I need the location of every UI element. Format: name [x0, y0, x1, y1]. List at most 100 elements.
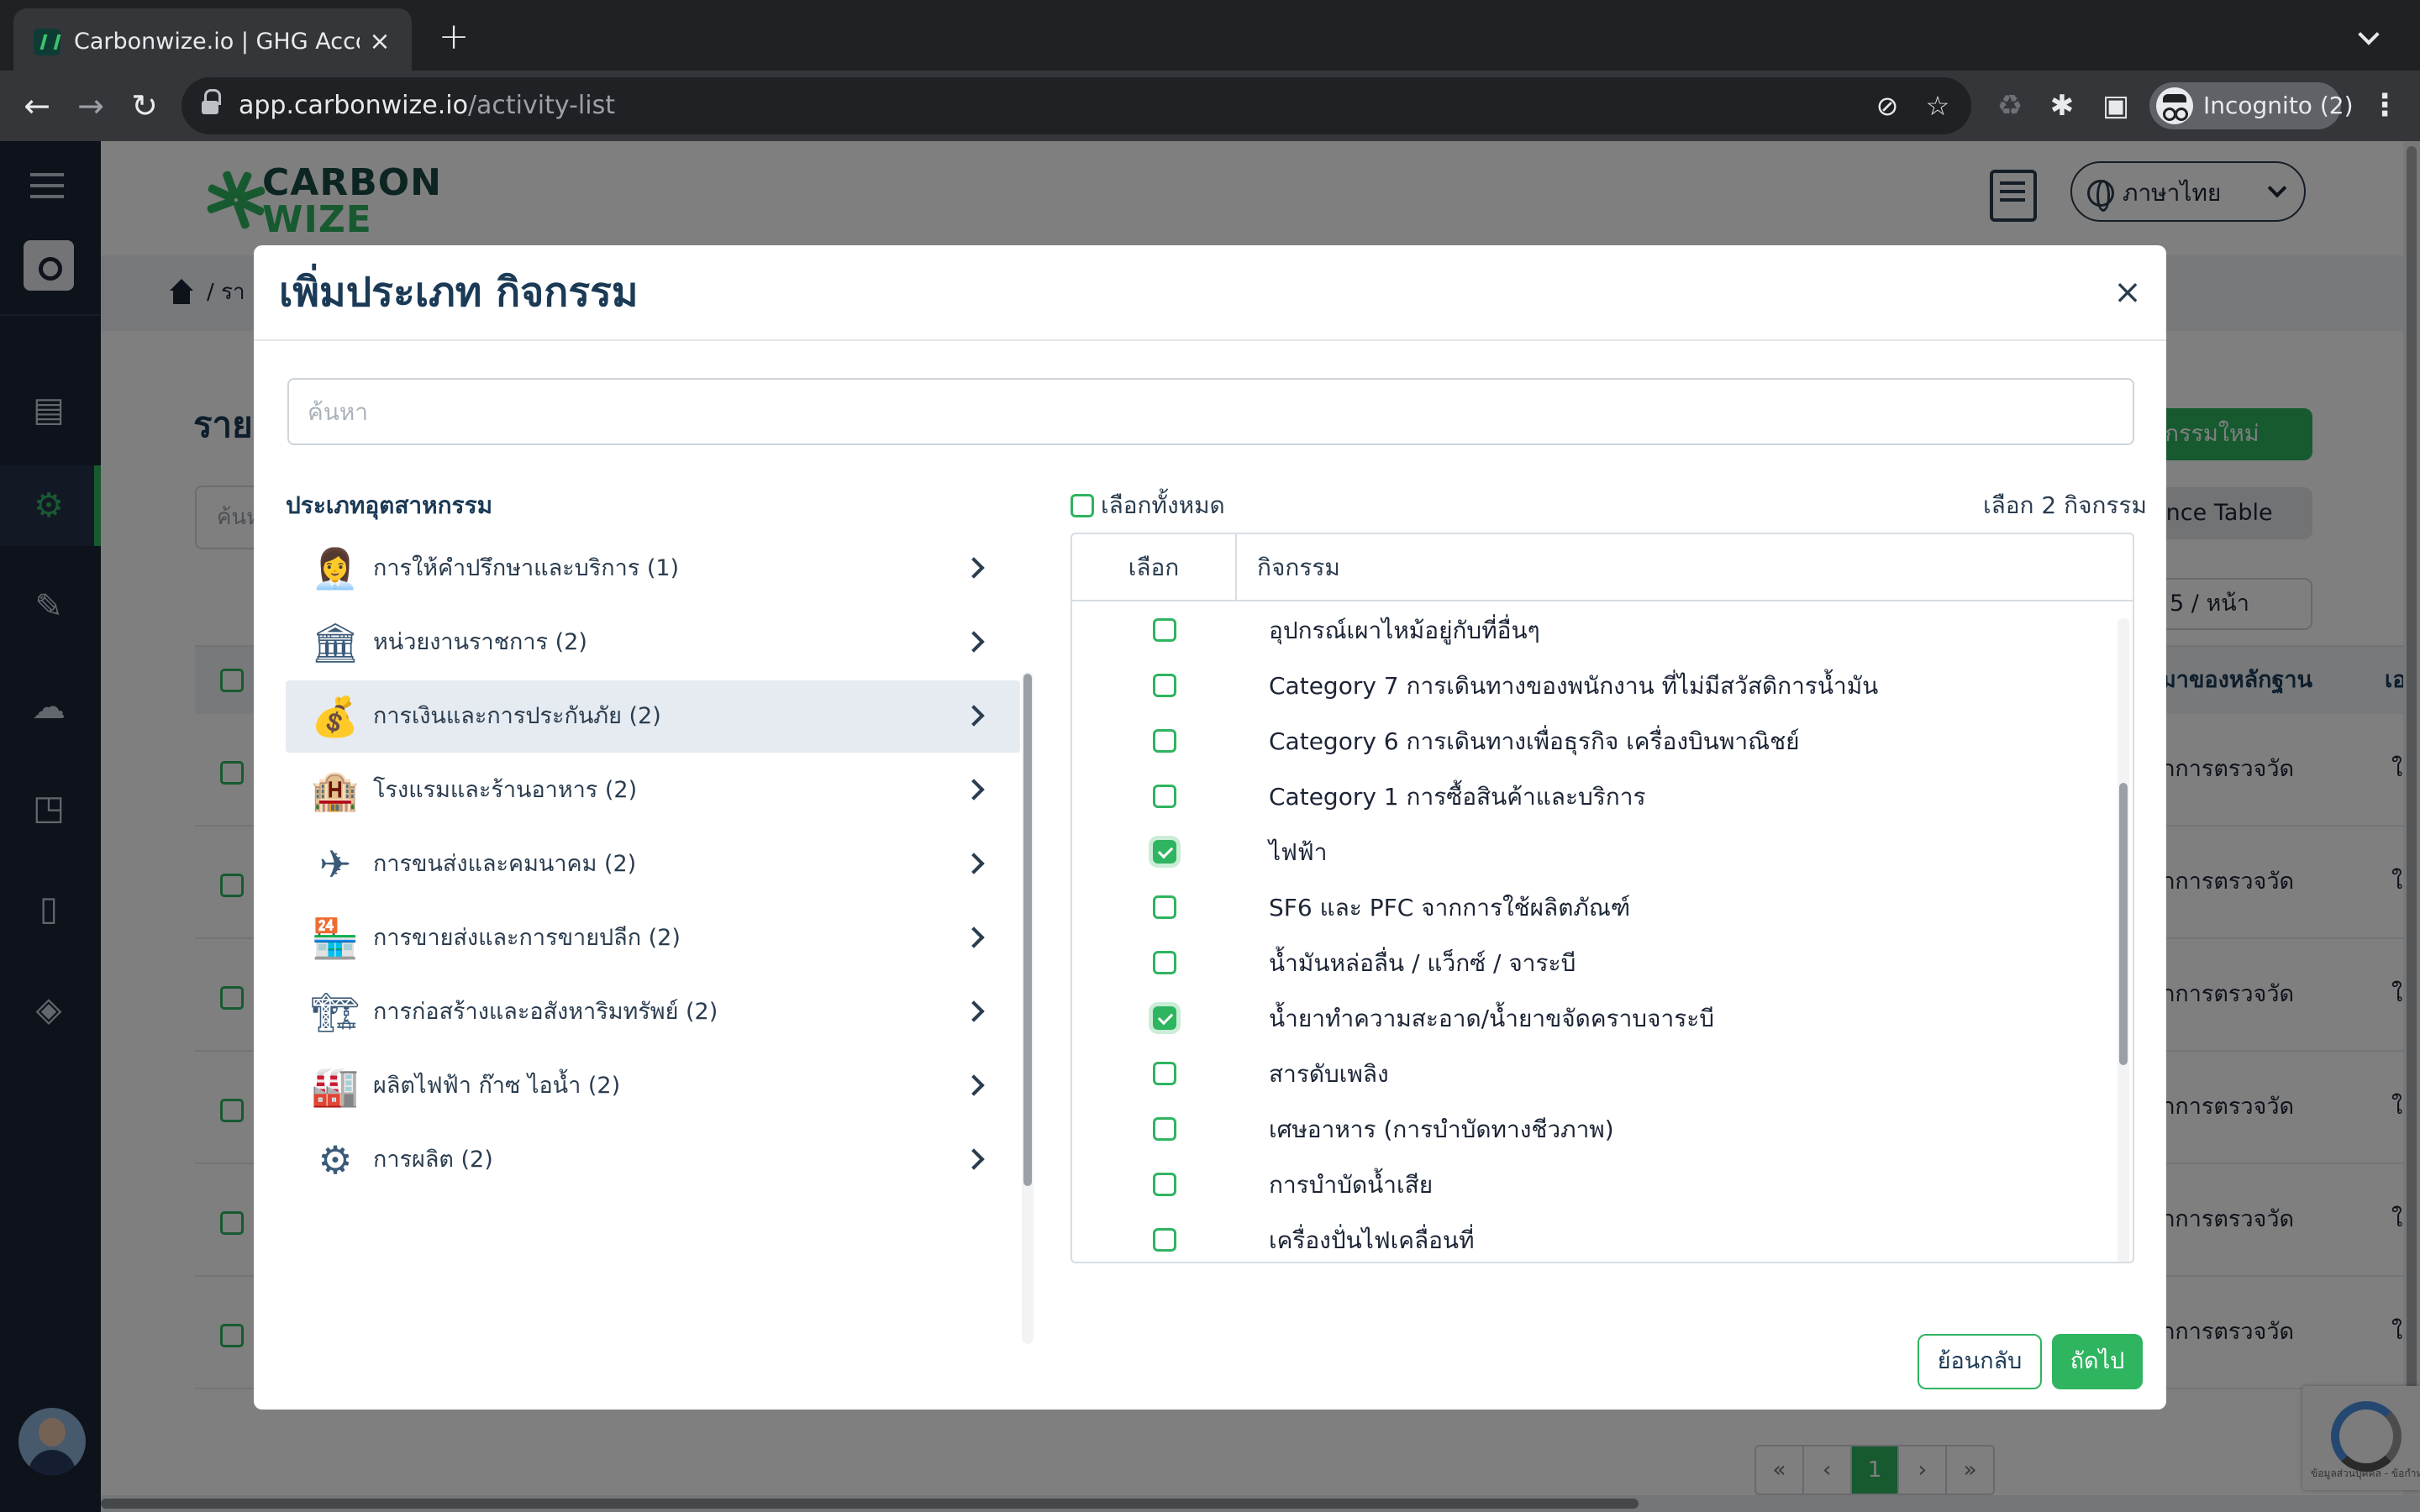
select-all-label[interactable]: เลือกทั้งหมด	[1101, 489, 1225, 522]
col-activity: กิจกรรม	[1257, 554, 1340, 581]
consultant-icon: 👩‍💼	[311, 546, 360, 591]
modal-title: เพิ่มประเภท กิจกรรม	[279, 269, 639, 316]
industry-label: โรงแรมและร้านอาหาร (2)	[373, 777, 638, 803]
star-icon[interactable]: ☆	[1921, 89, 1954, 123]
puzzle-icon[interactable]: ✱	[2044, 87, 2081, 124]
browser-tab[interactable]: Carbonwize.io | GHG Accounti ×	[13, 8, 412, 71]
activity-checkbox[interactable]	[1153, 1006, 1176, 1030]
browser-menu-icon[interactable]: ⋮	[2370, 87, 2400, 124]
activity-row[interactable]: Category 7 การเดินทางของพนักงาน ที่ไม่มี…	[1072, 659, 2114, 714]
search-input[interactable]	[287, 378, 2134, 445]
industry-item[interactable]: 🏪 การขายส่งและการขายปลีก (2)	[286, 902, 1020, 974]
industry-item[interactable]: 🏗 การก่อสร้างและอสังหาริมทรัพย์ (2)	[286, 976, 1020, 1048]
activity-row[interactable]: น้ำยาทำความสะอาด/น้ำยาขจัดคราบจาระบี	[1072, 991, 2114, 1047]
activity-list-scrollbar[interactable]	[2118, 618, 2129, 1262]
industry-item[interactable]: 👩‍💼 การให้คำปรึกษาและบริการ (1)	[286, 533, 1020, 605]
industry-label: การผลิต (2)	[373, 1147, 493, 1173]
tab-search-chevron-icon[interactable]	[2353, 22, 2386, 55]
activity-row[interactable]: สารดับเพลิง	[1072, 1047, 2114, 1102]
activity-select-header: เลือก กิจกรรม	[1072, 534, 2133, 601]
activity-name: การบำบัดน้ำเสีย	[1269, 1171, 1434, 1199]
activity-checkbox[interactable]	[1153, 785, 1176, 808]
url-path: /activity-list	[467, 91, 615, 120]
incognito-label: Incognito (2)	[2203, 92, 2354, 119]
activity-row[interactable]: เศษอาหาร (การบำบัดทางชีวภาพ)	[1072, 1102, 2114, 1158]
chevron-right-icon	[963, 1074, 985, 1096]
activity-name: ไฟฟ้า	[1269, 838, 1328, 866]
tab-close-icon[interactable]: ×	[363, 25, 397, 59]
activity-row[interactable]: การบำบัดน้ำเสีย	[1072, 1158, 2114, 1213]
lock-icon[interactable]	[202, 89, 221, 114]
browser-tabstrip: Carbonwize.io | GHG Accounti × +	[0, 0, 2420, 71]
industry-label: หน่วยงานราชการ (2)	[373, 629, 587, 655]
select-all-checkbox[interactable]	[1071, 494, 1094, 517]
activity-checkbox[interactable]	[1153, 1173, 1176, 1196]
eye-off-icon[interactable]: ⊘	[1870, 89, 1904, 123]
activity-checkbox[interactable]	[1153, 1062, 1176, 1085]
industry-label: การก่อสร้างและอสังหาริมทรัพย์ (2)	[373, 999, 718, 1025]
activity-name: เครื่องปั่นไฟเคลื่อนที่	[1269, 1226, 1475, 1254]
chevron-right-icon	[963, 779, 985, 801]
col-select: เลือก	[1072, 534, 1237, 601]
recycle-icon[interactable]: ♻	[1991, 87, 2028, 124]
address-bar[interactable]: app.carbonwize.io/activity-list ⊘ ☆	[182, 77, 1971, 134]
url-text[interactable]: app.carbonwize.io/activity-list	[239, 89, 615, 123]
selected-count: เลือก 2 กิจกรรม	[1983, 491, 2147, 519]
chevron-right-icon	[963, 853, 985, 874]
activity-row[interactable]: เครื่องปั่นไฟเคลื่อนที่	[1072, 1213, 2114, 1262]
activity-select-table: เลือก กิจกรรม อุปกรณ์เผาไหม้อยู่กับที่อื…	[1071, 533, 2134, 1263]
industry-item[interactable]: ✈ การขนส่งและคมนาคม (2)	[286, 828, 1020, 900]
activity-name: Category 1 การซื้อสินค้าและบริการ	[1269, 783, 1646, 811]
transport-icon: ✈	[318, 842, 352, 887]
industry-label: การขนส่งและคมนาคม (2)	[373, 851, 637, 877]
back-button[interactable]: ย้อนกลับ	[1918, 1334, 2042, 1389]
new-tab-button[interactable]: +	[435, 18, 472, 57]
activity-row[interactable]: SF6 และ PFC จากการใช้ผลิตภัณฑ์	[1072, 880, 2114, 936]
activity-select-body: อุปกรณ์เผาไหม้อยู่กับที่อื่นๆ Category 7 …	[1072, 603, 2133, 1262]
industry-item[interactable]: 💰 การเงินและการประกันภัย (2)	[286, 680, 1020, 753]
industry-item[interactable]: 🏨 โรงแรมและร้านอาหาร (2)	[286, 754, 1020, 827]
incognito-profile-button[interactable]: Incognito (2)	[2149, 82, 2354, 129]
industry-label: การให้คำปรึกษาและบริการ (1)	[373, 555, 680, 581]
url-host: app.carbonwize.io	[239, 91, 468, 120]
add-activity-type-modal: เพิ่มประเภท กิจกรรม × ประเภทอุตสาหกรรม 👩…	[254, 245, 2166, 1410]
activity-row[interactable]: อุปกรณ์เผาไหม้อยู่กับที่อื่นๆ	[1072, 603, 2114, 659]
activity-row[interactable]: ไฟฟ้า	[1072, 825, 2114, 880]
activity-checkbox[interactable]	[1153, 618, 1176, 642]
industry-item[interactable]: 🏭 ผลิตไฟฟ้า ก๊าซ ไอน้ำ (2)	[286, 1050, 1020, 1122]
chevron-right-icon	[963, 557, 985, 579]
activity-name: SF6 และ PFC จากการใช้ผลิตภัณฑ์	[1269, 894, 1631, 921]
activity-checkbox[interactable]	[1153, 840, 1176, 864]
chevron-right-icon	[963, 1148, 985, 1170]
reload-icon[interactable]: ↻	[126, 87, 163, 124]
back-arrow-icon[interactable]: ←	[18, 87, 55, 124]
activity-name: สารดับเพลิง	[1269, 1060, 1389, 1088]
activity-name: Category 7 การเดินทางของพนักงาน ที่ไม่มี…	[1269, 672, 1879, 700]
activity-row[interactable]: Category 6 การเดินทางเพื่อธุรกิจ เครื่อง…	[1072, 714, 2114, 769]
close-icon[interactable]: ×	[2111, 276, 2144, 309]
activity-name: น้ำมันหล่อลื่น / แว็กซ์ / จาระบี	[1269, 949, 1576, 977]
industry-item[interactable]: ⚙ การผลิต (2)	[286, 1124, 1020, 1188]
chevron-right-icon	[963, 631, 985, 653]
hotel-icon: 🏨	[311, 768, 360, 813]
activity-checkbox[interactable]	[1153, 1117, 1176, 1141]
chevron-right-icon	[963, 927, 985, 948]
activity-checkbox[interactable]	[1153, 1228, 1176, 1252]
app-page: ▤ ⚙ ✎ ☁ ◳ ▯ ◈ CARBONWIZE ภาษาไทย	[0, 141, 2420, 1512]
forward-arrow-icon[interactable]: →	[72, 87, 109, 124]
industry-label: การเงินและการประกันภัย (2)	[373, 703, 661, 729]
activity-checkbox[interactable]	[1153, 895, 1176, 919]
industry-list-scrollbar[interactable]	[1022, 672, 1034, 1344]
next-button[interactable]: ถัดไป	[2052, 1334, 2143, 1389]
activity-row[interactable]: น้ำมันหล่อลื่น / แว็กซ์ / จาระบี	[1072, 936, 2114, 991]
power-plant-icon: 🏭	[311, 1063, 360, 1109]
activity-row[interactable]: Category 1 การซื้อสินค้าและบริการ	[1072, 769, 2114, 825]
activity-checkbox[interactable]	[1153, 729, 1176, 753]
activity-checkbox[interactable]	[1153, 951, 1176, 974]
industry-label: ผลิตไฟฟ้า ก๊าซ ไอน้ำ (2)	[373, 1073, 621, 1099]
industry-item[interactable]: 🏛 หน่วยงานราชการ (2)	[286, 606, 1020, 679]
chevron-right-icon	[963, 705, 985, 727]
sidepanel-icon[interactable]: ▣	[2097, 87, 2134, 124]
construction-icon: 🏗	[310, 990, 360, 1035]
activity-checkbox[interactable]	[1153, 674, 1176, 697]
